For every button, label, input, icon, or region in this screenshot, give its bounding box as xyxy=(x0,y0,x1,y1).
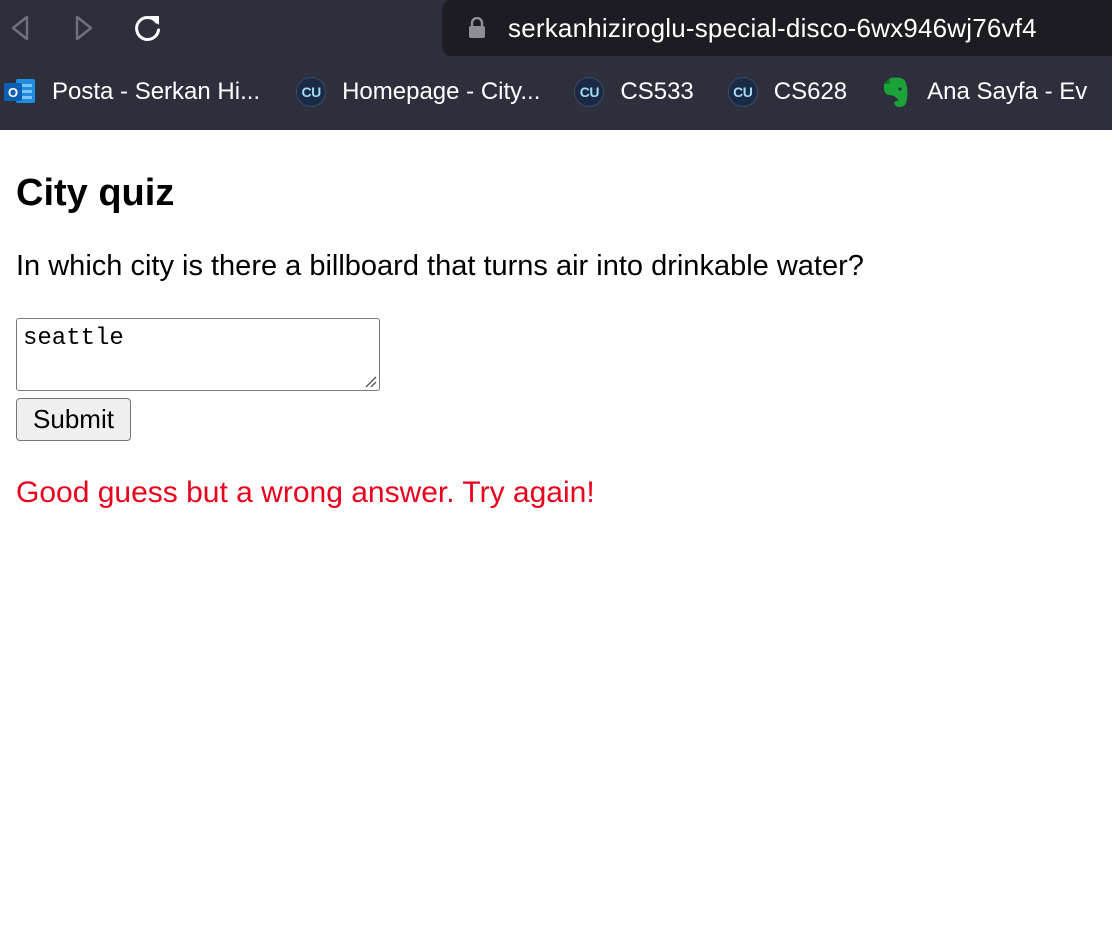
url-text: serkanhiziroglu-special-disco-6wx946wj76… xyxy=(508,12,1037,43)
reload-button[interactable] xyxy=(130,10,166,46)
forward-button[interactable] xyxy=(66,10,102,46)
bookmark-posta[interactable]: O Posta - Serkan Hi... xyxy=(4,62,260,122)
bookmark-ana-sayfa[interactable]: Ana Sayfa - Ev xyxy=(881,62,1087,122)
bookmark-homepage[interactable]: CU Homepage - City... xyxy=(296,62,540,122)
cu-icon: CU xyxy=(574,77,605,107)
back-arrow-icon xyxy=(11,15,29,41)
resize-grip-icon[interactable] xyxy=(363,374,377,388)
forward-arrow-icon xyxy=(75,15,93,41)
evernote-icon xyxy=(881,75,911,109)
page-title: City quiz xyxy=(16,172,175,214)
bookmarks-bar: O Posta - Serkan Hi... CU Homepage - Cit… xyxy=(0,62,1112,122)
address-bar[interactable]: serkanhiziroglu-special-disco-6wx946wj76… xyxy=(442,0,1112,56)
feedback-message: Good guess but a wrong answer. Try again… xyxy=(16,476,595,509)
cu-icon: CU xyxy=(296,77,327,107)
answer-textarea[interactable]: seattle xyxy=(16,318,380,391)
back-button[interactable] xyxy=(2,10,38,46)
bookmark-cs628[interactable]: CU CS628 xyxy=(727,62,848,122)
quiz-question: In which city is there a billboard that … xyxy=(16,250,864,282)
outlook-badge-text: O xyxy=(8,85,18,100)
outlook-icon: O xyxy=(4,77,36,107)
bookmark-label: CS628 xyxy=(773,78,848,105)
submit-button[interactable]: Submit xyxy=(16,398,131,441)
bookmark-cs533[interactable]: CU CS533 xyxy=(574,62,694,122)
browser-chrome: serkanhiziroglu-special-disco-6wx946wj76… xyxy=(0,0,1112,130)
reload-icon xyxy=(135,15,160,41)
answer-value: seattle xyxy=(23,325,124,352)
browser-toolbar: serkanhiziroglu-special-disco-6wx946wj76… xyxy=(0,0,1112,56)
cu-icon: CU xyxy=(727,77,758,107)
bookmark-label: Homepage - City... xyxy=(342,78,541,105)
bookmark-label: Ana Sayfa - Ev xyxy=(927,78,1088,105)
bookmark-label: Posta - Serkan Hi... xyxy=(52,78,261,105)
bookmark-label: CS533 xyxy=(620,78,694,105)
lock-icon xyxy=(468,17,486,39)
